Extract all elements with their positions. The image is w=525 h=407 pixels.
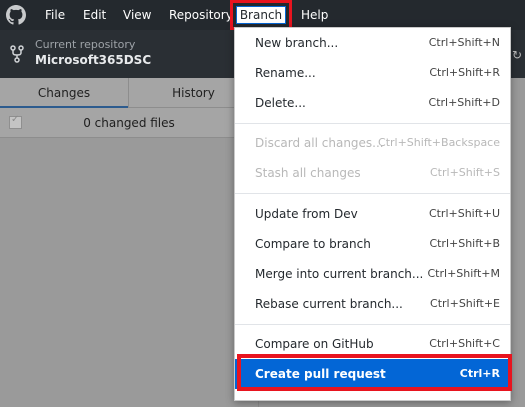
changed-files-count: 0 changed files xyxy=(83,116,175,130)
current-repository-caption: Current repository xyxy=(35,38,136,51)
menu-item-label: Stash all changes xyxy=(255,166,361,180)
current-repository-name[interactable]: Microsoft365DSC xyxy=(35,53,151,67)
menu-item-rename[interactable]: Rename... Ctrl+Shift+R xyxy=(235,58,510,88)
menu-item-update-from-dev[interactable]: Update from Dev Ctrl+Shift+U xyxy=(235,199,510,229)
menu-item-label: Discard all changes... xyxy=(255,136,384,150)
menu-item-shortcut: Ctrl+Shift+D xyxy=(428,96,500,109)
menu-item-shortcut: Ctrl+Shift+E xyxy=(430,297,500,310)
menu-item-rebase-current-branch[interactable]: Rebase current branch... Ctrl+Shift+E xyxy=(235,289,510,319)
menu-item-label: New branch... xyxy=(255,36,339,50)
menu-item-label: Merge into current branch... xyxy=(255,267,424,281)
menu-item-stash-all-changes: Stash all changes Ctrl+Shift+S xyxy=(235,158,510,188)
menu-file[interactable]: File xyxy=(45,6,65,24)
tab-changes[interactable]: Changes xyxy=(0,78,128,108)
menu-separator xyxy=(235,193,510,194)
menu-item-create-pull-request[interactable]: Create pull request Ctrl+R xyxy=(235,359,510,389)
menu-help[interactable]: Help xyxy=(301,6,328,24)
menu-item-discard-all-changes: Discard all changes... Ctrl+Shift+Backsp… xyxy=(235,128,510,158)
menu-view[interactable]: View xyxy=(123,6,151,24)
menu-item-label: Update from Dev xyxy=(255,207,358,221)
menu-bar: File Edit View Repository Branch Help xyxy=(0,0,525,30)
menu-item-label: Compare on GitHub xyxy=(255,337,374,351)
menu-item-label: Rename... xyxy=(255,66,316,80)
menu-item-label: Compare to branch xyxy=(255,237,371,251)
changed-files-header: ✓ 0 changed files xyxy=(0,108,258,138)
menu-item-shortcut: Ctrl+Shift+R xyxy=(429,66,500,79)
menu-item-delete[interactable]: Delete... Ctrl+Shift+D xyxy=(235,88,510,118)
menu-branch[interactable]: Branch xyxy=(236,6,286,24)
branch-menu-dropdown: New branch... Ctrl+Shift+N Rename... Ctr… xyxy=(234,27,511,401)
menu-item-shortcut: Ctrl+Shift+U xyxy=(428,207,500,220)
repo-fork-icon xyxy=(10,45,24,63)
menu-edit[interactable]: Edit xyxy=(83,6,106,24)
menu-item-label: Delete... xyxy=(255,96,306,110)
menu-repository[interactable]: Repository xyxy=(169,6,233,24)
menu-item-new-branch[interactable]: New branch... Ctrl+Shift+N xyxy=(235,28,510,58)
menu-separator xyxy=(235,123,510,124)
menu-item-shortcut: Ctrl+Shift+S xyxy=(430,166,500,179)
tab-bar: Changes History xyxy=(0,78,258,108)
menu-item-label: Create pull request xyxy=(255,367,386,381)
menu-item-merge-into-current-branch[interactable]: Merge into current branch... Ctrl+Shift+… xyxy=(235,259,510,289)
menu-separator xyxy=(235,324,510,325)
menu-item-compare-on-github[interactable]: Compare on GitHub Ctrl+Shift+C xyxy=(235,329,510,359)
menu-item-shortcut: Ctrl+Shift+C xyxy=(429,337,500,350)
menu-item-shortcut: Ctrl+Shift+N xyxy=(428,36,500,49)
menu-item-shortcut: Ctrl+Shift+M xyxy=(427,267,501,280)
menu-item-shortcut: Ctrl+Shift+Backspace xyxy=(378,136,500,149)
github-logo-icon xyxy=(6,5,26,25)
menu-item-shortcut: Ctrl+Shift+B xyxy=(429,237,500,250)
menu-item-compare-to-branch[interactable]: Compare to branch Ctrl+Shift+B xyxy=(235,229,510,259)
menu-branch-annotation: Branch xyxy=(230,0,292,30)
menu-item-shortcut: Ctrl+R xyxy=(459,367,500,380)
menu-item-label: Rebase current branch... xyxy=(255,297,403,311)
partial-toolbar-icon: ↻ xyxy=(512,48,523,62)
